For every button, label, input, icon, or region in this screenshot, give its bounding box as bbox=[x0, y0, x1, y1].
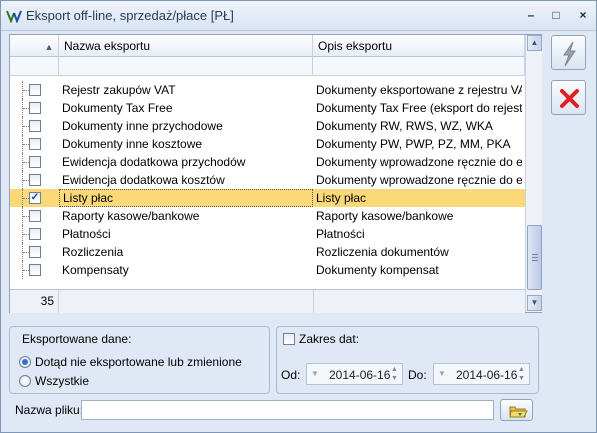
export-window: Eksport off-line, sprzedaż/płace [PŁ] – … bbox=[0, 0, 597, 433]
export-name-cell: Rejestr zakupów VAT bbox=[62, 83, 176, 97]
date-to-value: 2014-06-16 bbox=[456, 368, 518, 382]
sort-column-header[interactable]: ▲ bbox=[10, 35, 59, 57]
export-description-cell: Rozliczenia dokumentów bbox=[316, 245, 449, 259]
export-name-cell: Dokumenty inne kosztowe bbox=[62, 137, 203, 151]
table-row[interactable]: Ewidencja dodatkowa kosztów Dokumenty wpr… bbox=[10, 171, 525, 189]
table-row[interactable]: Ewidencja dodatkowa przychodów Dokumenty … bbox=[10, 153, 525, 171]
row-checkbox[interactable] bbox=[29, 156, 41, 168]
table-row[interactable]: Dokumenty Tax Free Dokumenty Tax Free (ek… bbox=[10, 99, 525, 117]
grip-line bbox=[532, 257, 538, 258]
radio-all-label[interactable]: Wszystkie bbox=[35, 374, 89, 388]
export-description-cell: Dokumenty PW, PWP, PZ, MM, PKA bbox=[316, 137, 511, 151]
execute-export-button[interactable] bbox=[551, 35, 586, 70]
table-row[interactable]: Kompensaty Dokumenty kompensat bbox=[10, 261, 525, 279]
date-dropdown-icon[interactable]: ▼ bbox=[311, 369, 319, 378]
row-checkbox[interactable] bbox=[29, 120, 41, 132]
filter-cell[interactable] bbox=[10, 57, 59, 76]
folder-icon bbox=[509, 406, 528, 418]
row-checkbox[interactable] bbox=[29, 102, 41, 114]
grid-rows: Rejestr zakupów VAT Dokumenty eksportowan… bbox=[10, 76, 525, 285]
export-description-cell: Dokumenty eksportowane z rejestru VAT bbox=[316, 83, 522, 97]
red-x-icon bbox=[560, 89, 579, 108]
file-name-input[interactable] bbox=[81, 400, 494, 420]
export-description-cell: Listy płac bbox=[316, 191, 367, 205]
row-checkbox[interactable]: ✓ bbox=[29, 192, 41, 204]
export-description-cell: Płatności bbox=[316, 227, 365, 241]
close-window-button[interactable]: × bbox=[575, 8, 591, 22]
close-button[interactable] bbox=[551, 80, 586, 115]
date-range-label[interactable]: Zakres dat: bbox=[299, 332, 359, 346]
export-name-cell: Dokumenty inne przychodowe bbox=[62, 119, 223, 133]
date-from-label: Od: bbox=[281, 368, 301, 382]
export-description-cell: Dokumenty RW, RWS, WZ, WKA bbox=[316, 119, 493, 133]
scroll-thumb[interactable] bbox=[527, 225, 542, 290]
radio-all[interactable] bbox=[19, 375, 31, 387]
filter-row bbox=[10, 57, 525, 76]
row-checkbox[interactable] bbox=[29, 138, 41, 150]
export-name-cell: Kompensaty bbox=[62, 263, 129, 277]
row-checkbox[interactable] bbox=[29, 174, 41, 186]
export-grid: ▲ Nazwa eksportu Opis eksportu Rejestr z… bbox=[9, 34, 542, 313]
table-row[interactable]: Płatności Płatności bbox=[10, 225, 525, 243]
title-bar: Eksport off-line, sprzedaż/płace [PŁ] – … bbox=[1, 1, 596, 31]
export-description-cell: Dokumenty Tax Free (eksport do rejestr..… bbox=[316, 101, 522, 115]
row-checkbox[interactable] bbox=[29, 228, 41, 240]
lightning-icon bbox=[563, 41, 576, 67]
table-row[interactable]: ✓ Listy płac Listy płac bbox=[10, 189, 525, 207]
date-to-label: Do: bbox=[408, 368, 427, 382]
column-header-description[interactable]: Opis eksportu bbox=[313, 35, 525, 57]
maximize-button[interactable]: □ bbox=[548, 8, 564, 22]
minimize-button[interactable]: – bbox=[523, 8, 539, 22]
table-row[interactable]: Dokumenty inne kosztowe Dokumenty PW, PWP… bbox=[10, 135, 525, 153]
export-name-cell: Ewidencja dodatkowa przychodów bbox=[62, 155, 246, 169]
filter-cell-description[interactable] bbox=[313, 57, 525, 76]
file-name-label: Nazwa pliku: bbox=[15, 403, 84, 417]
export-name-cell: Raporty kasowe/bankowe bbox=[62, 209, 200, 223]
vertical-scrollbar[interactable]: ▲ ▼ bbox=[525, 35, 542, 312]
export-description-cell: Dokumenty wprowadzone ręcznie do ewi... bbox=[316, 155, 522, 169]
table-row[interactable]: Rozliczenia Rozliczenia dokumentów bbox=[10, 243, 525, 261]
date-spinner-icon[interactable]: ▲ ▼ bbox=[516, 365, 527, 383]
exported-data-group: Eksportowane dane: Dotąd nie eksportowan… bbox=[9, 326, 270, 394]
export-description-cell: Dokumenty wprowadzone ręcznie do ewi... bbox=[316, 173, 522, 187]
date-range-group: Zakres dat: Od: ▼ 2014-06-16 ▲ ▼ Do: ▼ 20… bbox=[276, 326, 539, 394]
export-description-cell: Raporty kasowe/bankowe bbox=[316, 209, 454, 223]
radio-not-exported-label[interactable]: Dotąd nie eksportowane lub zmienione bbox=[35, 355, 242, 369]
export-name-cell: Listy płac bbox=[59, 189, 313, 207]
footer-separator bbox=[313, 290, 314, 313]
date-spinner-icon[interactable]: ▲ ▼ bbox=[389, 365, 400, 383]
grip-line bbox=[532, 254, 538, 255]
export-name-cell: Rozliczenia bbox=[62, 245, 124, 259]
grid-footer: 35 bbox=[10, 289, 525, 313]
date-dropdown-icon[interactable]: ▼ bbox=[438, 369, 446, 378]
browse-file-button[interactable] bbox=[500, 399, 533, 421]
sort-asc-icon: ▲ bbox=[44, 42, 54, 52]
row-checkbox[interactable] bbox=[29, 246, 41, 258]
grip-line bbox=[532, 260, 538, 261]
scroll-up-icon[interactable]: ▲ bbox=[527, 35, 542, 51]
table-row[interactable]: Raporty kasowe/bankowe Raporty kasowe/ban… bbox=[10, 207, 525, 225]
export-name-cell: Płatności bbox=[62, 227, 111, 241]
row-checkbox[interactable] bbox=[29, 210, 41, 222]
column-header-name[interactable]: Nazwa eksportu bbox=[59, 35, 313, 57]
table-row[interactable]: Rejestr zakupów VAT Dokumenty eksportowan… bbox=[10, 81, 525, 99]
date-range-checkbox[interactable] bbox=[283, 333, 295, 345]
export-name-cell: Ewidencja dodatkowa kosztów bbox=[62, 173, 225, 187]
app-icon bbox=[6, 10, 22, 23]
filter-cell-name[interactable] bbox=[59, 57, 313, 76]
date-from-field[interactable]: ▼ 2014-06-16 ▲ ▼ bbox=[306, 363, 403, 385]
window-title: Eksport off-line, sprzedaż/płace [PŁ] bbox=[26, 8, 234, 23]
row-checkbox[interactable] bbox=[29, 264, 41, 276]
radio-not-exported[interactable] bbox=[19, 356, 31, 368]
table-row[interactable]: Dokumenty inne przychodowe Dokumenty RW, … bbox=[10, 117, 525, 135]
export-name-cell: Dokumenty Tax Free bbox=[62, 101, 173, 115]
date-from-value: 2014-06-16 bbox=[329, 368, 391, 382]
record-count: 35 bbox=[10, 290, 59, 313]
date-to-field[interactable]: ▼ 2014-06-16 ▲ ▼ bbox=[433, 363, 530, 385]
scroll-down-icon[interactable]: ▼ bbox=[527, 295, 542, 311]
exported-data-title: Eksportowane dane: bbox=[22, 332, 132, 346]
export-description-cell: Dokumenty kompensat bbox=[316, 263, 439, 277]
row-checkbox[interactable] bbox=[29, 84, 41, 96]
